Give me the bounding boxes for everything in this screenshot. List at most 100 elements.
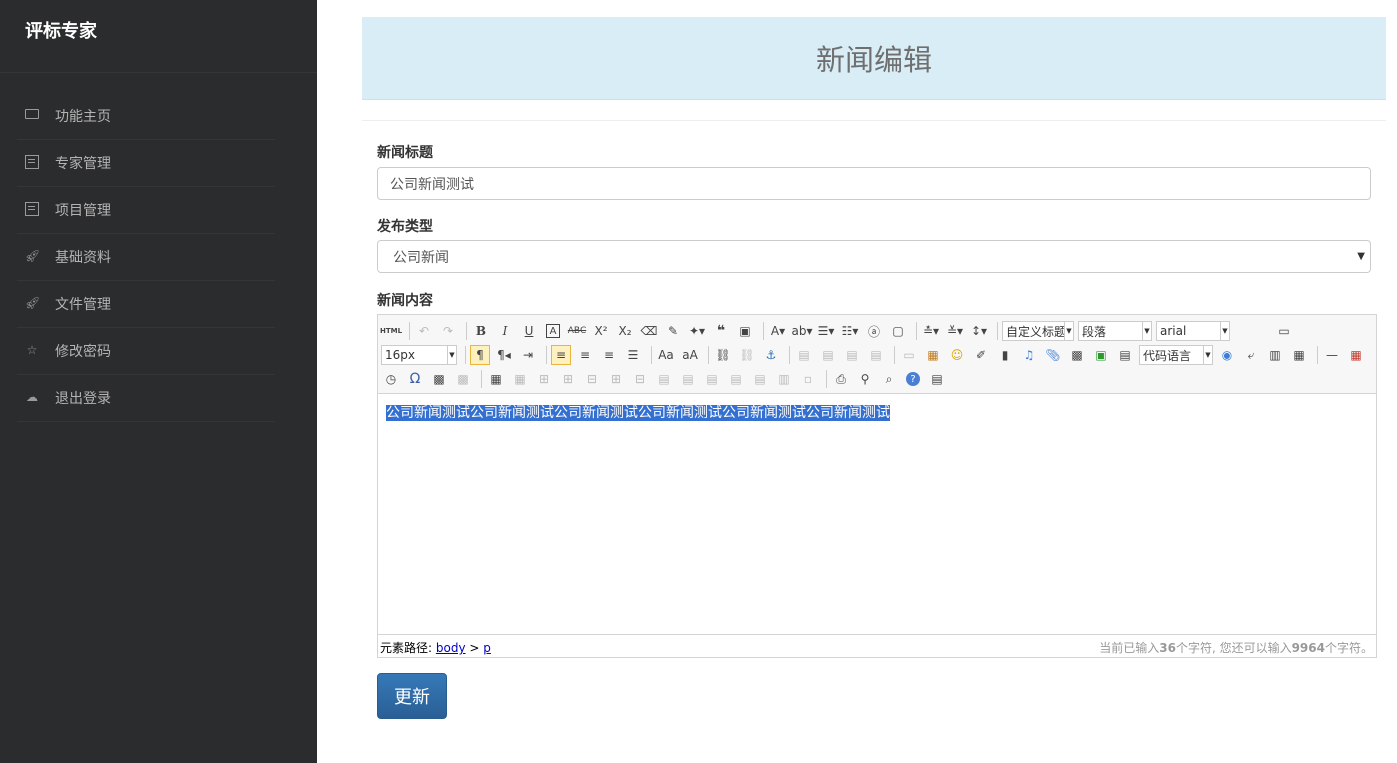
blockquote-icon[interactable]: ❝: [711, 321, 731, 341]
preview-icon[interactable]: ⚲: [855, 369, 875, 389]
eraser-icon[interactable]: ⌫: [639, 321, 659, 341]
toolbar-separator: [1317, 346, 1318, 364]
anchor-icon[interactable]: ⚓: [761, 345, 781, 365]
insert-frame-icon[interactable]: ▤: [1115, 345, 1135, 365]
italic-icon[interactable]: I: [495, 321, 515, 341]
select-all-icon[interactable]: ⓐ: [864, 321, 884, 341]
sidebar-item-change-password[interactable]: ☆ 修改密码: [17, 328, 275, 375]
insert-image-icon[interactable]: ▦: [923, 345, 943, 365]
strikethrough-icon[interactable]: ABC: [567, 321, 587, 341]
redo-icon[interactable]: ↷: [438, 321, 458, 341]
format-brush-icon[interactable]: ✎: [663, 321, 683, 341]
delete-col-icon[interactable]: ⊟: [630, 369, 650, 389]
template-icon[interactable]: ▥: [1265, 345, 1285, 365]
sidebar-item-basic-data[interactable]: 🚀︎ 基础资料: [17, 234, 275, 281]
editor-content[interactable]: 公司新闻测试公司新闻测试公司新闻测试公司新闻测试公司新闻测试公司新闻测试: [386, 402, 890, 422]
indent-icon[interactable]: ⇥: [518, 345, 538, 365]
lowercase-icon[interactable]: aA: [680, 345, 700, 365]
bold-icon[interactable]: B: [471, 321, 491, 341]
help-icon[interactable]: ?: [906, 372, 920, 386]
merge-right-icon[interactable]: ▤: [678, 369, 698, 389]
font-color-icon[interactable]: A▾: [768, 321, 788, 341]
ltr-icon[interactable]: ¶: [470, 345, 490, 365]
align-justify-icon[interactable]: ☰: [623, 345, 643, 365]
insert-col-icon[interactable]: ⊞: [606, 369, 626, 389]
gmap-icon[interactable]: ▣: [1091, 345, 1111, 365]
delete-row-icon[interactable]: ⊟: [582, 369, 602, 389]
align-center-icon[interactable]: ≡: [575, 345, 595, 365]
path-body-link[interactable]: body: [436, 641, 466, 655]
uppercase-icon[interactable]: Aa: [656, 345, 676, 365]
paragraph-select[interactable]: 段落 ▼: [1078, 321, 1152, 341]
horizontal-rule-icon[interactable]: —: [1322, 345, 1342, 365]
path-p-link[interactable]: p: [483, 641, 491, 655]
align-right-icon[interactable]: ≡: [599, 345, 619, 365]
attachment-icon[interactable]: 📎︎: [1043, 345, 1063, 365]
insert-row-icon[interactable]: ⊞: [558, 369, 578, 389]
music-icon[interactable]: ♫: [1019, 345, 1039, 365]
paste-plain-icon[interactable]: ▣: [735, 321, 755, 341]
row-spacing-top-icon[interactable]: ≛▾: [921, 321, 941, 341]
font-family-select[interactable]: arial ▼: [1156, 321, 1230, 341]
scrawl-icon[interactable]: ✐: [971, 345, 991, 365]
undo-icon[interactable]: ↶: [414, 321, 434, 341]
pagebreak-icon[interactable]: ⤶: [1241, 345, 1261, 365]
image-center-icon[interactable]: ▤: [866, 345, 886, 365]
insert-paragraph-before-table-icon[interactable]: ⊞: [534, 369, 554, 389]
delete-table-icon[interactable]: ▦: [510, 369, 530, 389]
emotion-icon[interactable]: ☺: [947, 345, 967, 365]
webapp-icon[interactable]: ◉: [1217, 345, 1237, 365]
insert-table-icon[interactable]: ▦: [486, 369, 506, 389]
map-icon[interactable]: ▩: [1067, 345, 1087, 365]
clear-doc-icon[interactable]: ▢: [888, 321, 908, 341]
special-chars-icon[interactable]: Ω: [405, 369, 425, 389]
custom-title-select[interactable]: 自定义标题 ▼: [1002, 321, 1074, 341]
date-icon[interactable]: ▦: [1346, 345, 1366, 365]
auto-format-icon[interactable]: ✦▾: [687, 321, 707, 341]
image-right-icon[interactable]: ▤: [842, 345, 862, 365]
image-none-icon[interactable]: ▤: [794, 345, 814, 365]
sidebar-item-projects[interactable]: 项目管理: [17, 187, 275, 234]
update-button[interactable]: 更新: [377, 673, 447, 719]
merge-down-icon[interactable]: ▤: [702, 369, 722, 389]
rtl-icon[interactable]: ¶◂: [494, 345, 514, 365]
search-icon[interactable]: ⌕: [879, 369, 899, 389]
split-cols-icon[interactable]: ▥: [774, 369, 794, 389]
time-icon[interactable]: ◷: [381, 369, 401, 389]
sidebar-item-home[interactable]: 功能主页: [17, 93, 275, 140]
code-language-value: 代码语言: [1143, 348, 1192, 363]
simple-upload-icon[interactable]: ▭: [899, 345, 919, 365]
html-source-button[interactable]: HTML: [380, 321, 402, 341]
fullscreen-icon[interactable]: ▭: [1274, 321, 1294, 341]
insert-video-icon[interactable]: ▮: [995, 345, 1015, 365]
merge-cells-icon[interactable]: ▤: [654, 369, 674, 389]
image-left-icon[interactable]: ▤: [818, 345, 838, 365]
align-left-icon[interactable]: ≡: [551, 345, 571, 365]
underline-icon[interactable]: U: [519, 321, 539, 341]
word-image-icon[interactable]: ▩: [429, 369, 449, 389]
font-size-select[interactable]: 16px ▼: [381, 345, 457, 365]
unlink-icon[interactable]: ⛓: [737, 345, 757, 365]
split-cells-icon[interactable]: ▤: [726, 369, 746, 389]
background-icon[interactable]: ▦: [1289, 345, 1309, 365]
highlight-icon[interactable]: ab▾: [792, 321, 813, 341]
sidebar-item-logout[interactable]: ☁︎ 退出登录: [17, 375, 275, 422]
unordered-list-icon[interactable]: ☷▾: [840, 321, 860, 341]
line-height-icon[interactable]: ↕▾: [969, 321, 989, 341]
superscript-icon[interactable]: X²: [591, 321, 611, 341]
title-input[interactable]: 公司新闻测试: [377, 167, 1371, 200]
drafts-icon[interactable]: ▤: [927, 369, 947, 389]
link-icon[interactable]: ⛓: [713, 345, 733, 365]
print-icon[interactable]: ⎙: [831, 369, 851, 389]
font-border-icon[interactable]: A: [546, 324, 560, 338]
ordered-list-icon[interactable]: ☰▾: [816, 321, 836, 341]
subscript-icon[interactable]: X₂: [615, 321, 635, 341]
row-spacing-bottom-icon[interactable]: ≚▾: [945, 321, 965, 341]
code-language-select[interactable]: 代码语言 ▼: [1139, 345, 1213, 365]
search-replace-icon[interactable]: ▩: [453, 369, 473, 389]
chart-icon[interactable]: ▫: [798, 369, 818, 389]
split-rows-icon[interactable]: ▤: [750, 369, 770, 389]
type-select[interactable]: 公司新闻 ▼: [377, 240, 1371, 273]
sidebar-item-experts[interactable]: 专家管理: [17, 140, 275, 187]
sidebar-item-files[interactable]: 🚀︎ 文件管理: [17, 281, 275, 328]
